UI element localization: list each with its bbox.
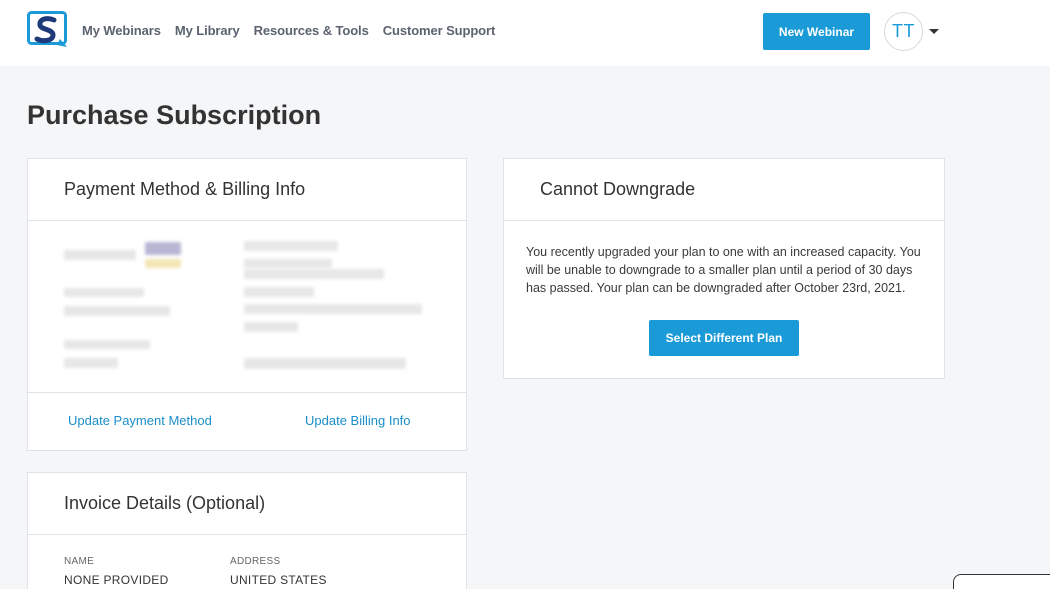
- redacted-text: [244, 358, 406, 369]
- invoice-card-title: Invoice Details (Optional): [28, 473, 466, 535]
- redacted-text: [244, 287, 314, 297]
- update-payment-method-link[interactable]: Update Payment Method: [68, 413, 212, 428]
- payment-details-redacted: [28, 221, 466, 393]
- page-title: Purchase Subscription: [27, 100, 322, 130]
- redacted-text: [244, 322, 298, 332]
- select-different-plan-button[interactable]: Select Different Plan: [649, 320, 799, 356]
- chat-widget[interactable]: [953, 574, 1050, 589]
- redacted-text: [64, 288, 144, 297]
- downgrade-message: You recently upgraded your plan to one w…: [526, 245, 921, 295]
- avatar[interactable]: TT: [884, 12, 923, 51]
- redacted-text: [64, 250, 136, 260]
- card-brand-icon: [145, 242, 181, 255]
- nav-my-library[interactable]: My Library: [175, 23, 240, 38]
- payment-billing-card: Payment Method & Billing Info Update Pay…: [27, 158, 467, 451]
- redacted-text: [64, 306, 170, 316]
- logo-icon[interactable]: [27, 11, 69, 48]
- redacted-text: [244, 304, 422, 314]
- redacted-text: [145, 259, 181, 268]
- chevron-down-icon[interactable]: [929, 29, 939, 34]
- redacted-text: [64, 340, 150, 349]
- invoice-address-value: UNITED STATES: [230, 573, 327, 587]
- redacted-text: [244, 259, 332, 268]
- main-nav: My Webinars My Library Resources & Tools…: [82, 23, 495, 38]
- nav-my-webinars[interactable]: My Webinars: [82, 23, 161, 38]
- payment-card-title: Payment Method & Billing Info: [28, 159, 466, 221]
- redacted-text: [244, 241, 338, 251]
- nav-customer-support[interactable]: Customer Support: [383, 23, 496, 38]
- invoice-name-value: NONE PROVIDED: [64, 573, 169, 587]
- top-navbar: My Webinars My Library Resources & Tools…: [0, 0, 1050, 66]
- downgrade-card-title: Cannot Downgrade: [504, 159, 944, 221]
- payment-card-footer: Update Payment Method Update Billing Inf…: [28, 393, 466, 450]
- invoice-name-label: NAME: [64, 556, 95, 567]
- new-webinar-button[interactable]: New Webinar: [763, 13, 870, 50]
- invoice-address-label: ADDRESS: [230, 556, 281, 567]
- nav-resources-tools[interactable]: Resources & Tools: [254, 23, 369, 38]
- redacted-text: [64, 358, 118, 368]
- update-billing-info-link[interactable]: Update Billing Info: [305, 413, 411, 428]
- redacted-text: [244, 269, 384, 279]
- invoice-details-card: Invoice Details (Optional) NAME NONE PRO…: [27, 472, 467, 589]
- cannot-downgrade-card: Cannot Downgrade You recently upgraded y…: [503, 158, 945, 379]
